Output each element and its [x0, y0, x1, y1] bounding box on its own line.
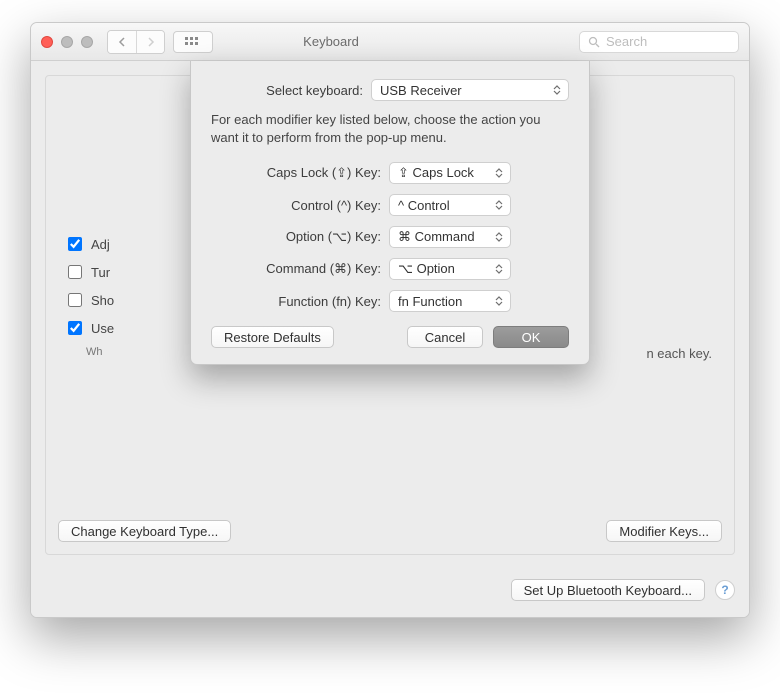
close-window-button[interactable]: [41, 36, 53, 48]
popup-stepper-icon: [550, 85, 564, 95]
sheet-buttons: Restore Defaults Cancel OK: [211, 326, 569, 348]
system-preferences-window: Keyboard Search Adj Tur: [30, 22, 750, 618]
command-label: Command (⌘) Key:: [211, 261, 389, 277]
function-popup[interactable]: fn Function: [389, 290, 511, 312]
control-popup[interactable]: ^ Control: [389, 194, 511, 216]
option-popup[interactable]: ⌘ Command: [389, 226, 511, 248]
window-footer: Set Up Bluetooth Keyboard... ?: [31, 569, 749, 617]
checkbox[interactable]: [68, 321, 82, 335]
caps-lock-value: ⇪ Caps Lock: [398, 165, 474, 181]
modifier-key-rows: Caps Lock (⇪) Key: ⇪ Caps Lock Control (…: [211, 162, 569, 312]
option-value: ⌘ Command: [398, 229, 475, 245]
function-value: fn Function: [398, 294, 462, 309]
change-keyboard-type-button[interactable]: Change Keyboard Type...: [58, 520, 231, 542]
window-title: Keyboard: [83, 34, 579, 49]
sheet-description: For each modifier key listed below, choo…: [211, 111, 569, 146]
caps-lock-popup[interactable]: ⇪ Caps Lock: [389, 162, 511, 184]
panel-bottom-buttons: Change Keyboard Type... Modifier Keys...: [58, 520, 722, 542]
search-placeholder: Search: [606, 34, 647, 49]
checkbox-label: Adj: [91, 237, 110, 252]
ok-button[interactable]: OK: [493, 326, 569, 348]
control-value: ^ Control: [398, 198, 450, 213]
setup-bluetooth-keyboard-button[interactable]: Set Up Bluetooth Keyboard...: [511, 579, 705, 601]
checkbox-label: Sho: [91, 293, 114, 308]
popup-stepper-icon: [492, 264, 506, 274]
popup-stepper-icon: [492, 168, 506, 178]
popup-stepper-icon: [492, 200, 506, 210]
caps-lock-label: Caps Lock (⇪) Key:: [211, 165, 389, 181]
select-keyboard-value: USB Receiver: [380, 83, 462, 98]
sub-text: Wh: [86, 346, 103, 361]
checkbox-label: Tur: [91, 265, 110, 280]
modifier-keys-sheet: Select keyboard: USB Receiver For each m…: [190, 61, 590, 365]
command-popup[interactable]: ⌥ Option: [389, 258, 511, 280]
control-label: Control (^) Key:: [211, 198, 389, 213]
function-label: Function (fn) Key:: [211, 294, 389, 309]
popup-stepper-icon: [492, 232, 506, 242]
sub-text-right: n each key.: [646, 346, 712, 361]
select-keyboard-popup[interactable]: USB Receiver: [371, 79, 569, 101]
checkbox-label: Use: [91, 321, 114, 336]
select-keyboard-label: Select keyboard:: [211, 83, 371, 98]
popup-stepper-icon: [492, 296, 506, 306]
checkbox[interactable]: [68, 237, 82, 251]
titlebar: Keyboard Search: [31, 23, 749, 61]
modifier-keys-button[interactable]: Modifier Keys...: [606, 520, 722, 542]
command-value: ⌥ Option: [398, 261, 455, 277]
restore-defaults-button[interactable]: Restore Defaults: [211, 326, 334, 348]
search-field[interactable]: Search: [579, 31, 739, 53]
checkbox[interactable]: [68, 265, 82, 279]
help-button[interactable]: ?: [715, 580, 735, 600]
search-icon: [588, 36, 600, 48]
cancel-button[interactable]: Cancel: [407, 326, 483, 348]
option-label: Option (⌥) Key:: [211, 229, 389, 245]
minimize-window-button[interactable]: [61, 36, 73, 48]
checkbox[interactable]: [68, 293, 82, 307]
